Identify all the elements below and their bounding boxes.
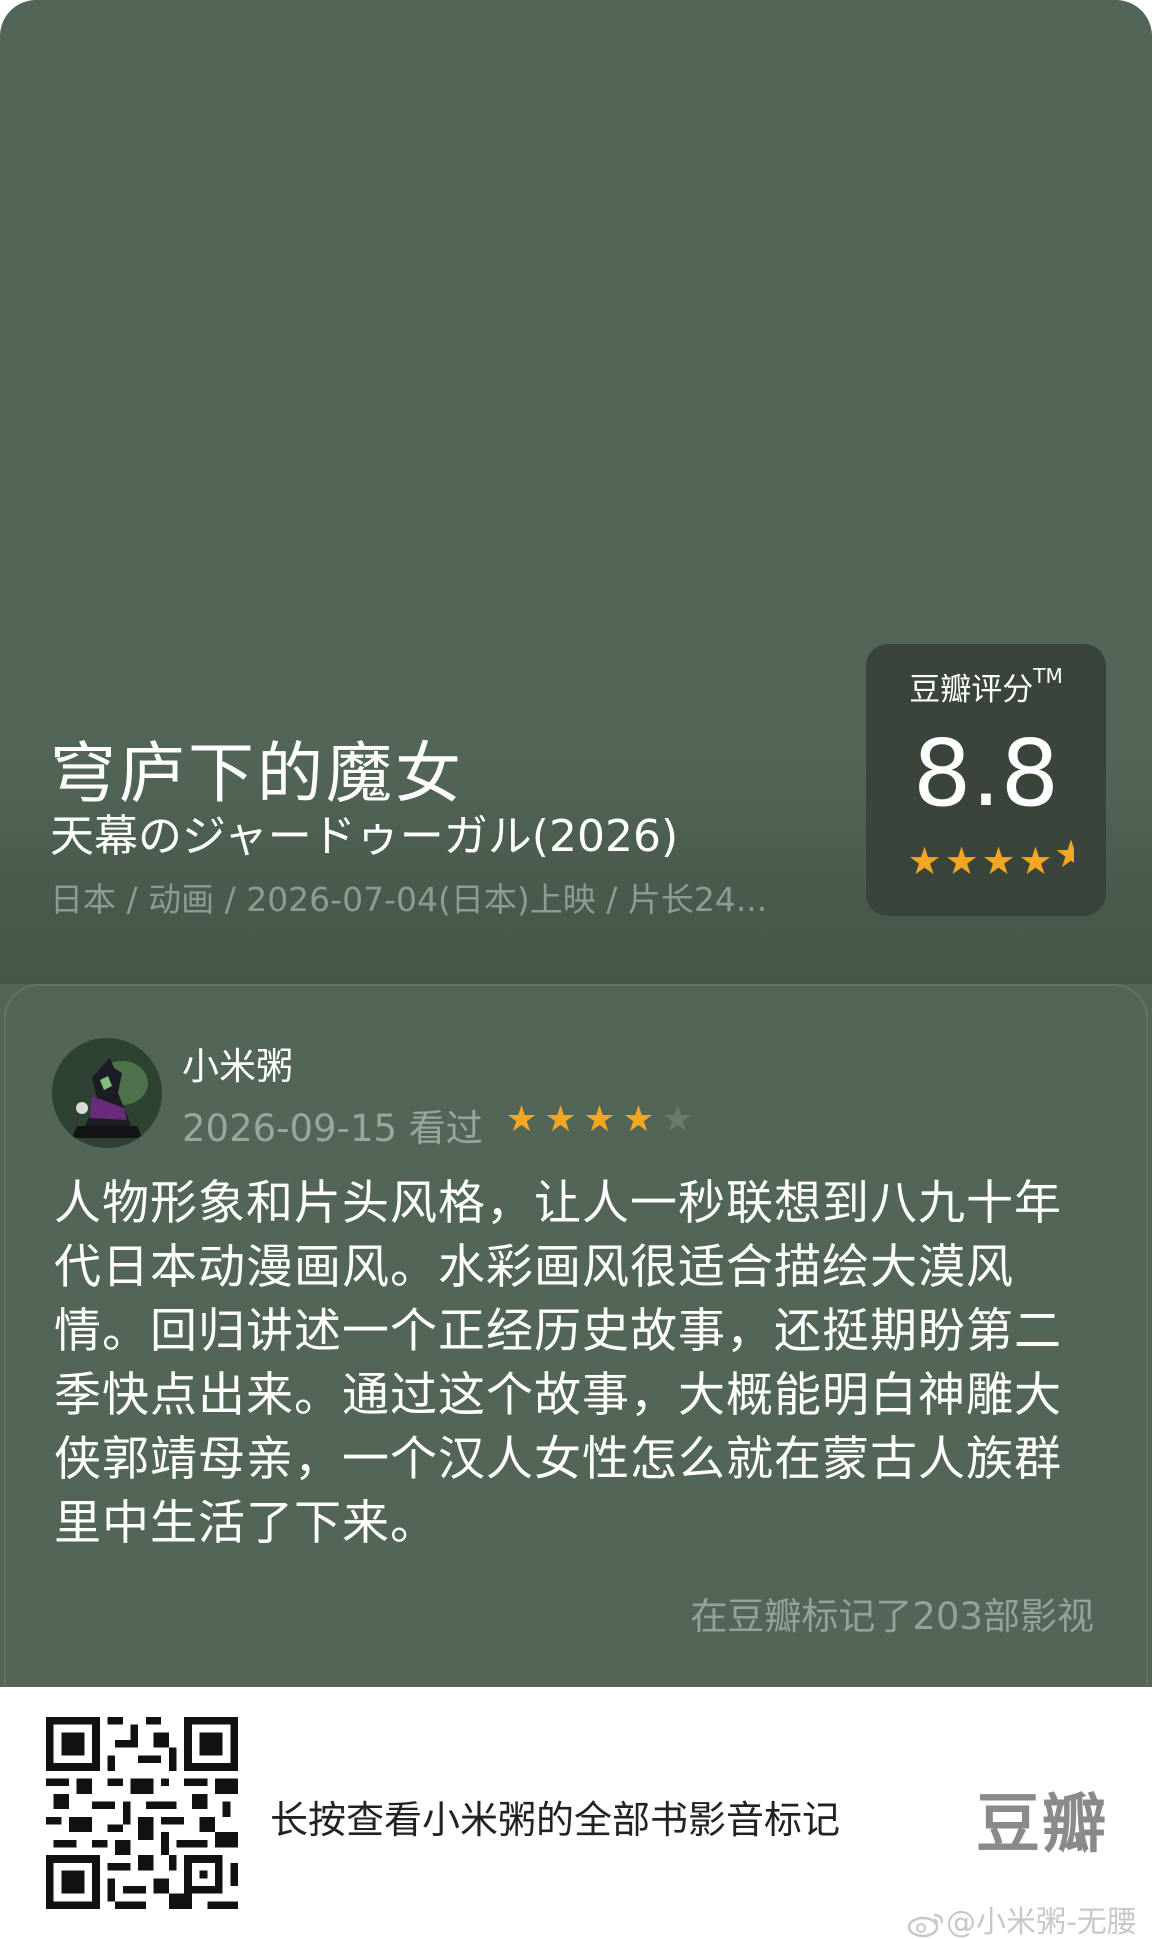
marked-count[interactable]: 在豆瓣标记了203部影视 — [690, 1586, 1094, 1640]
review-card: 小米粥 2026-09-15 看过 ★ ★ ★ ★ ★ 人物形象和片头风格，让人一秒联想… — [4, 984, 1148, 1687]
trademark-mark: TM — [1033, 664, 1063, 688]
star-icon: ★ — [944, 839, 979, 883]
movie-poster-area: 穹庐下的魔女 天幕のジャードゥーガル(2026) 日本 / 动画 / 2026-… — [0, 0, 1152, 1000]
star-icon: ★ — [544, 1099, 577, 1140]
share-card: 穹庐下的魔女 天幕のジャードゥーガル(2026) 日本 / 动画 / 2026-… — [0, 0, 1152, 1939]
review-stars: ★ ★ ★ ★ ★ — [502, 1100, 697, 1140]
weibo-watermark: @小米粥-无腰 — [906, 1897, 1137, 1939]
footer-prompt[interactable]: 长按查看小米粥的全部书影音标记 — [270, 1789, 840, 1844]
footer: 长按查看小米粥的全部书影音标记 豆瓣 @小米粥-无腰 — [0, 1687, 1152, 1939]
rating-label: 豆瓣评分TM — [866, 664, 1106, 709]
rating-label-text: 豆瓣评分 — [909, 672, 1034, 708]
star-icon: ★ — [981, 839, 1016, 883]
review-text: 人物形象和片头风格，让人一秒联想到八九十年代日本动漫画风。水彩画风很适合描绘大漠… — [54, 1176, 1062, 1551]
watermark-text: @小米粥-无腰 — [946, 1905, 1137, 1939]
star-icon: ★ — [505, 1099, 538, 1140]
douban-rating-box: 豆瓣评分TM 8.8 ★★★★★ — [866, 644, 1106, 916]
rating-score: 8.8 — [912, 720, 1060, 827]
review-section: 小米粥 2026-09-15 看过 ★ ★ ★ ★ ★ 人物形象和片头风格，让人一秒联想… — [0, 984, 1152, 1687]
rating-stars: ★★★★★ — [906, 834, 1074, 881]
douban-logo: 豆瓣 — [976, 1788, 1108, 1862]
star-icon: ★ — [1018, 839, 1053, 883]
star-icon: ★ — [907, 839, 942, 883]
movie-original-title: 天幕のジャードゥーガル(2026) — [50, 811, 679, 862]
qr-code-icon[interactable] — [46, 1717, 238, 1909]
user-name[interactable]: 小米粥 — [182, 1036, 293, 1090]
star-icon: ★ — [583, 1099, 616, 1140]
avatar-image — [52, 1038, 162, 1148]
empty-star-icon: ★ — [661, 1099, 694, 1140]
movie-meta: 日本 / 动画 / 2026-07-04(日本)上映 / 片长24... — [50, 880, 768, 919]
avatar[interactable] — [52, 1038, 162, 1148]
half-star-icon: ★ — [1054, 834, 1074, 874]
star-icon: ★ — [622, 1099, 655, 1140]
weibo-icon — [907, 1913, 944, 1937]
review-date-status: 2026-09-15 看过 — [182, 1107, 483, 1150]
